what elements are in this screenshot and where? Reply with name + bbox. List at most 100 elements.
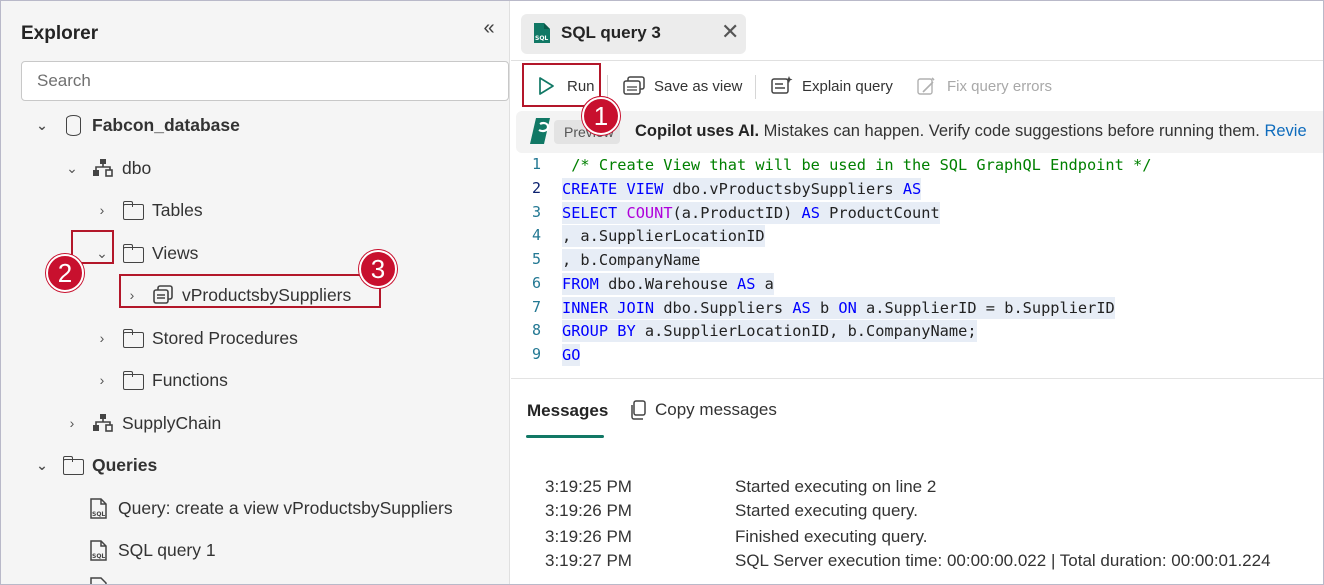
explorer-title: Explorer [21, 23, 99, 44]
sql-file-icon: SQL [88, 498, 110, 519]
copy-icon [629, 400, 647, 420]
tree-item-label: Functions [152, 369, 228, 390]
sql-file-icon: SQL [88, 540, 110, 561]
code-line-1: /* Create View that will be used in the … [562, 156, 1152, 174]
sparkle-text-icon [770, 75, 794, 97]
svg-text:SQL: SQL [535, 35, 548, 42]
line-number: 1 [531, 155, 541, 173]
tree-item-supplychain[interactable]: › SupplyChain [64, 409, 222, 437]
tab-bar: SQL SQL query 3 ✕ [511, 1, 1323, 61]
toolbar-divider [607, 75, 608, 99]
line-number: 4 [531, 226, 541, 244]
tree-item-label: Stored Procedures [152, 327, 298, 348]
query-toolbar: Run Save as view Explain query Fix query… [511, 61, 1323, 111]
tree-item-label: SupplyChain [122, 412, 222, 433]
annotation-badge-3: 3 [359, 250, 397, 288]
code-line-2: CREATE VIEW dbo.vProductsbySuppliers AS [562, 178, 922, 200]
tab-messages[interactable]: Messages [527, 401, 608, 421]
chevron-down-icon[interactable]: ⌄ [34, 457, 50, 474]
svg-text:SQL: SQL [92, 511, 105, 518]
folder-icon [122, 328, 144, 348]
tree-item-dbo[interactable]: ⌄ dbo [64, 154, 151, 182]
tree-item-queries[interactable]: ⌄ Queries [34, 451, 157, 479]
message-time: 3:19:26 PM [545, 501, 632, 520]
fix-wand-icon [915, 75, 939, 97]
save-as-view-label: Save as view [654, 77, 743, 95]
chevron-right-icon[interactable]: › [94, 202, 110, 218]
tree-item-stored-procedures[interactable]: › Stored Procedures [94, 324, 298, 352]
message-text: Started executing query. [735, 501, 919, 520]
message-time: 3:19:25 PM [545, 477, 632, 496]
tree-item-database[interactable]: ⌄ Fabcon_database [34, 111, 240, 139]
copy-messages-label: Copy messages [655, 400, 777, 419]
tree-item-label: Query: create a view vProductsbySupplier… [118, 497, 453, 518]
tree-item-tables[interactable]: › Tables [94, 196, 203, 224]
schema-icon [92, 158, 114, 178]
save-view-icon [622, 75, 646, 97]
database-icon [62, 115, 84, 136]
line-number: 6 [531, 274, 541, 292]
tree-item-query-create-view[interactable]: SQL Query: create a view vProductsbySupp… [88, 494, 453, 522]
chevron-right-icon[interactable]: › [64, 415, 80, 431]
message-time: 3:19:26 PM [545, 527, 632, 546]
copilot-icon [528, 116, 556, 146]
tab-sql-query-3[interactable]: SQL SQL query 3 ✕ [521, 14, 746, 54]
annotation-badge-1-overlay: 1 [582, 97, 620, 135]
schema-icon [92, 413, 114, 433]
tree-item-sql-query-1[interactable]: SQL SQL query 1 [88, 536, 216, 564]
code-line-4: , a.SupplierLocationID [562, 225, 765, 247]
tree-item-label: SQL query 1 [118, 539, 216, 560]
close-icon[interactable]: ✕ [721, 20, 739, 44]
sql-file-icon [88, 577, 110, 584]
tree-item-label: Fabcon_database [92, 114, 240, 135]
tab-active-indicator [526, 435, 604, 438]
code-line-5: , b.CompanyName [562, 249, 701, 271]
code-editor[interactable]: 1 2 3 4 5 6 7 8 9 /* Create View that wi… [511, 153, 1323, 378]
tab-label: SQL query 3 [561, 23, 661, 42]
copilot-message-bold: Copilot uses AI. [635, 122, 760, 140]
copilot-message-text: Mistakes can happen. Verify code suggest… [759, 122, 1265, 140]
sql-file-icon: SQL [533, 22, 551, 44]
tree-item-label: Queries [92, 454, 158, 475]
chevron-down-icon[interactable]: ⌄ [64, 160, 80, 177]
explain-query-button[interactable]: Explain query [770, 73, 893, 99]
chevron-right-icon[interactable]: › [94, 330, 110, 346]
fix-query-errors-button[interactable]: Fix query errors [915, 73, 1052, 99]
toolbar-divider [755, 75, 756, 99]
line-number: 8 [531, 321, 541, 339]
code-line-9: GO [562, 344, 581, 366]
tree-item-label: Views [152, 242, 199, 263]
chevron-down-icon[interactable]: ⌄ [34, 117, 50, 134]
line-number: 7 [531, 298, 541, 316]
code-line-3: SELECT COUNT(a.ProductID) AS ProductCoun… [562, 202, 940, 224]
folder-icon [122, 243, 144, 263]
search-input[interactable] [21, 61, 509, 101]
tree-item-functions[interactable]: › Functions [94, 366, 228, 394]
code-line-8: GROUP BY a.SupplierLocationID, b.Company… [562, 320, 977, 342]
copy-messages-button[interactable]: Copy messages [629, 400, 777, 420]
tree-item-label: dbo [122, 157, 152, 178]
save-as-view-button[interactable]: Save as view [622, 73, 742, 99]
review-link[interactable]: Revie [1264, 122, 1306, 140]
message-text: SQL Server execution time: 00:00:00.022 … [735, 551, 1271, 570]
annotation-badge-2: 2 [46, 254, 84, 292]
chevron-right-icon[interactable]: › [94, 372, 110, 388]
line-number: 3 [531, 203, 541, 221]
results-splitter[interactable] [511, 378, 1323, 379]
svg-text:SQL: SQL [92, 553, 105, 560]
copilot-message: Copilot uses AI. Mistakes can happen. Ve… [635, 122, 1307, 141]
double-chevron-left-icon[interactable]: « [478, 17, 500, 41]
message-text: Finished executing query. [735, 527, 928, 546]
copilot-banner: Preview Copilot uses AI. Mistakes can ha… [516, 111, 1323, 153]
message-text: Started executing on line 2 [735, 477, 937, 496]
explain-query-label: Explain query [802, 77, 893, 95]
message-time: 3:19:27 PM [545, 551, 632, 570]
line-number: 9 [531, 345, 541, 363]
line-number: 5 [531, 250, 541, 268]
annotation-box-3 [119, 274, 381, 308]
folder-icon [122, 200, 144, 220]
explorer-pane: Explorer « ⌄ Fabcon_database ⌄ dbo › Tab… [1, 1, 510, 584]
folder-icon [62, 455, 84, 475]
code-line-7: INNER JOIN dbo.Suppliers AS b ON a.Suppl… [562, 297, 1115, 319]
tree-item-label: Tables [152, 199, 203, 220]
